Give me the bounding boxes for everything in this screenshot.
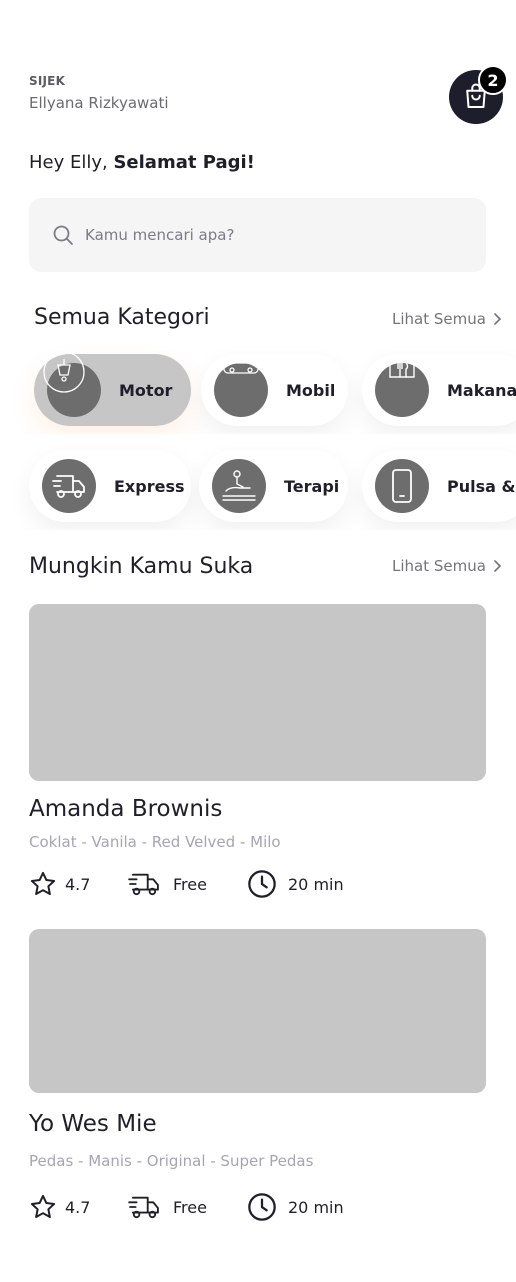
category-chip-express[interactable]: Express: [29, 450, 191, 522]
delivery: Free: [127, 869, 207, 899]
search-bar[interactable]: [29, 198, 486, 272]
delivery-truck-icon: [42, 459, 96, 513]
rating-value: 4.7: [65, 1197, 91, 1217]
categories-see-all-label: Lihat Semua: [392, 310, 486, 328]
product-image[interactable]: [29, 929, 486, 1093]
product-meta: 4.7 Free 20 min: [29, 869, 429, 899]
delivery-time: 20 min: [246, 869, 344, 899]
product-variants: Pedas - Manis - Original - Super Pedas: [29, 1152, 314, 1170]
recommendations-title: Mungkin Kamu Suka: [29, 554, 254, 579]
user-name: Ellyana Rizkyawati: [29, 94, 169, 112]
car-icon: [214, 357, 268, 417]
cart-count-badge: 2: [478, 65, 508, 95]
delivery-time: 20 min: [246, 1192, 344, 1222]
category-label: Express: [114, 476, 185, 496]
delivery: Free: [127, 1192, 207, 1222]
recommendations-see-all-label: Lihat Semua: [392, 557, 486, 575]
rating: 4.7: [29, 869, 90, 899]
category-chip-mobil[interactable]: Mobil: [201, 354, 348, 426]
greeting-prefix: Hey Elly,: [29, 152, 114, 173]
time-value: 20 min: [288, 874, 344, 894]
clock-icon: [248, 870, 276, 898]
category-chip-terapi[interactable]: Terapi: [199, 450, 348, 522]
product-variants: Coklat - Vanila - Red Velved - Milo: [29, 833, 281, 851]
rating-value: 4.7: [65, 874, 91, 894]
delivery-truck-icon: [128, 873, 159, 896]
delivery-truck-icon: [128, 1196, 159, 1219]
category-label: Terapi: [284, 476, 340, 496]
recommendations-see-all-link[interactable]: Lihat Semua: [392, 557, 502, 575]
phone-icon: [375, 459, 429, 513]
categories-see-all-link[interactable]: Lihat Semua: [392, 310, 502, 328]
category-label: Makanan: [447, 380, 516, 400]
category-chip-pulsa[interactable]: Pulsa & lis: [362, 450, 516, 522]
scooter-icon: [43, 351, 101, 417]
search-input[interactable]: [85, 226, 445, 244]
category-label: Mobil: [286, 380, 336, 400]
app-brand: SIJEK: [29, 74, 66, 88]
category-label: Motor: [119, 380, 173, 400]
category-chip-makanan[interactable]: Makanan: [362, 354, 516, 426]
category-row-1: Motor Mobil Makanan: [0, 344, 516, 434]
product-meta: 4.7 Free 20 min: [29, 1192, 429, 1222]
category-row-2: Express Terapi Pulsa & lis: [0, 440, 516, 530]
rating: 4.7: [29, 1192, 90, 1222]
chevron-right-icon: [494, 313, 502, 325]
massage-icon: [212, 459, 266, 513]
chevron-right-icon: [494, 560, 502, 572]
food-icon: [375, 361, 429, 417]
time-value: 20 min: [288, 1197, 344, 1217]
greeting-emphasis: Selamat Pagi!: [113, 152, 255, 173]
star-icon: [30, 1194, 56, 1219]
clock-icon: [248, 1193, 276, 1221]
category-label: Pulsa & lis: [447, 476, 516, 496]
product-name[interactable]: Yo Wes Mie: [29, 1111, 157, 1137]
product-name[interactable]: Amanda Brownis: [29, 796, 222, 822]
categories-title: Semua Kategori: [34, 305, 210, 330]
search-icon: [53, 225, 73, 245]
delivery-fee: Free: [173, 874, 207, 894]
star-icon: [30, 871, 56, 896]
product-image[interactable]: [29, 604, 486, 781]
category-chip-motor[interactable]: Motor: [34, 351, 191, 426]
greeting: Hey Elly, Selamat Pagi!: [29, 152, 255, 173]
delivery-fee: Free: [173, 1197, 207, 1217]
